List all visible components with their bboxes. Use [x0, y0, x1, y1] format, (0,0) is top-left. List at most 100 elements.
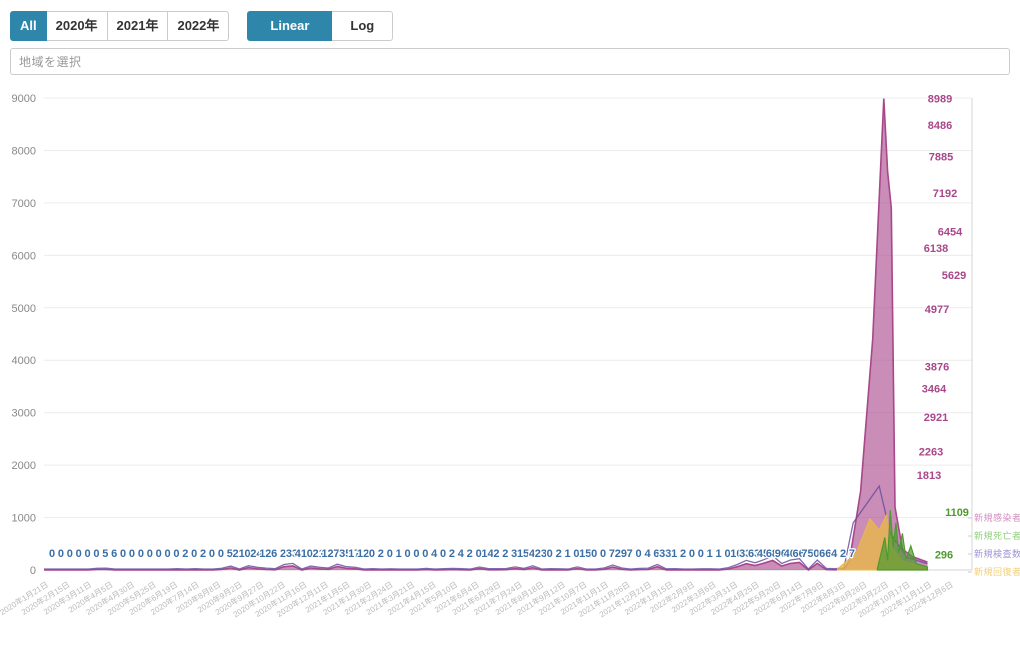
- data-value-label: 6: [111, 548, 117, 560]
- data-value-label: 15: [579, 548, 591, 560]
- peak-value-label: 296: [935, 549, 953, 561]
- data-value-label: 4: [831, 548, 838, 560]
- region-search-placeholder: 地域を選択: [19, 55, 82, 69]
- data-value-label: 4: [458, 548, 465, 560]
- data-value-label: 0: [591, 548, 597, 560]
- data-value-label: 21: [233, 548, 245, 560]
- y-axis-tick-label: 4000: [12, 355, 36, 367]
- data-value-label: 12: [259, 548, 271, 560]
- peak-value-label: 3876: [925, 362, 949, 374]
- data-value-label: 0: [67, 548, 73, 560]
- legend-item[interactable]: 新規検査数: [974, 548, 1020, 559]
- chart-container: 0 1000 2000 3000 4000 5000 6000 7000 8000 9000 00…: [0, 84, 1020, 650]
- data-value-label: 0: [49, 548, 55, 560]
- peak-value-label: 5629: [942, 270, 966, 282]
- data-value-label: 1: [707, 548, 713, 560]
- data-value-label: 0: [120, 548, 126, 560]
- y-axis-tick-label: 5000: [12, 303, 36, 315]
- data-value-label: 0: [156, 548, 162, 560]
- legend-item-label: 新規感染者数: [974, 512, 1020, 523]
- legend-item[interactable]: 新規回復者数: [974, 566, 1020, 577]
- peak-value-label: 8989: [928, 94, 952, 106]
- data-value-label: 0: [369, 548, 375, 560]
- data-value-label: 5: [102, 548, 108, 560]
- range-button-2020[interactable]: 2020年: [46, 11, 108, 41]
- data-value-label: 1: [564, 548, 570, 560]
- data-value-label: 0: [164, 548, 170, 560]
- data-value-label: 41: [295, 548, 307, 560]
- chart-series-area: [44, 98, 929, 572]
- data-value-label: 2: [200, 548, 206, 560]
- y-axis-tick-label: 9000: [12, 93, 36, 105]
- data-value-label: 0: [76, 548, 82, 560]
- chart-inline-value-labels: 0 0 0 0 0 0 5 6 0 0 0 0 0 0 0 2 0 2 0 0 5 21 0 2412 6 2 3341 0 2112 7…: [48, 547, 856, 561]
- peak-value-label: 6454: [938, 227, 963, 239]
- legend-item-label: 新規検査数: [974, 548, 1020, 559]
- peak-value-label: 6138: [924, 243, 948, 255]
- data-value-label: 1: [396, 548, 402, 560]
- legend-item-label: 新規回復者数: [974, 566, 1020, 577]
- legend-item[interactable]: 新規死亡者: [974, 530, 1020, 541]
- y-axis-tick-label: 1000: [12, 513, 36, 525]
- y-axis-tick-label: 6000: [12, 250, 36, 262]
- data-value-label: 75: [801, 548, 813, 560]
- y-axis-tick-label: 0: [30, 565, 36, 577]
- legend-item-label: 新規死亡者: [974, 530, 1020, 541]
- data-value-label: 0: [404, 548, 410, 560]
- peak-value-label: 2921: [924, 412, 948, 424]
- scale-button-log[interactable]: Log: [332, 11, 394, 41]
- data-value-label: 4: [644, 548, 651, 560]
- data-value-label: 2: [378, 548, 384, 560]
- chart-x-axis: 2020年1月21日2020年2月15日2020年3月11日2020年4月5日2…: [0, 579, 955, 619]
- peak-value-label: 7885: [929, 151, 953, 163]
- chart-gridlines: [44, 97, 973, 571]
- chart-peak-value-labels: 8989 8486 7885 7192 6454 6138 5629 4977 3876 3464…: [916, 92, 971, 562]
- legend-item[interactable]: 新規感染者数: [974, 512, 1020, 523]
- peak-value-label: 1813: [917, 470, 941, 482]
- y-axis-tick-label: 3000: [12, 408, 36, 420]
- data-value-label: 6: [271, 548, 277, 560]
- scale-button-linear[interactable]: Linear: [247, 11, 333, 41]
- data-value-label: 0: [147, 548, 153, 560]
- timeseries-chart[interactable]: 0100020003000400050006000700080009000 00…: [0, 84, 1020, 650]
- year-range-button-group: All 2020年 2021年 2022年: [10, 11, 230, 41]
- y-axis-tick-label: 8000: [12, 145, 36, 157]
- range-button-2021[interactable]: 2021年: [107, 11, 169, 41]
- region-search-input[interactable]: 地域を選択: [10, 48, 1010, 75]
- data-value-label: 0: [387, 548, 393, 560]
- range-button-all[interactable]: All: [10, 11, 47, 41]
- data-value-label: 0: [422, 548, 428, 560]
- chart-legend[interactable]: 新規感染者数新規死亡者新規検査数新規回復者数: [968, 512, 1020, 577]
- data-value-label: 4: [431, 548, 438, 560]
- data-value-label: 0: [129, 548, 135, 560]
- data-value-label: 12: [321, 548, 333, 560]
- data-value-label: 0: [191, 548, 197, 560]
- scale-button-group: Linear Log: [247, 11, 394, 41]
- data-value-label: 0: [689, 548, 695, 560]
- data-value-label: 66: [819, 548, 831, 560]
- data-value-label: 2: [467, 548, 473, 560]
- data-value-label: 0: [698, 548, 704, 560]
- data-value-label: 2: [680, 548, 686, 560]
- data-value-label: 12: [357, 548, 369, 560]
- chart-y-axis: 0 1000 2000 3000 4000 5000 6000 7000 8000 9000: [12, 93, 36, 577]
- peak-value-label: 2263: [919, 446, 943, 458]
- peak-value-label: 3464: [922, 383, 947, 395]
- range-button-2022[interactable]: 2022年: [168, 11, 230, 41]
- data-value-label: 1: [671, 548, 677, 560]
- data-value-label: 7: [627, 548, 633, 560]
- data-value-label: 0: [138, 548, 144, 560]
- data-value-label: 2: [493, 548, 499, 560]
- data-value-label: 0: [93, 548, 99, 560]
- data-value-label: 0: [218, 548, 224, 560]
- data-value-label: 2: [840, 548, 846, 560]
- data-value-label: 0: [58, 548, 64, 560]
- data-value-label: 33: [659, 548, 671, 560]
- data-value-label: 0: [547, 548, 553, 560]
- peak-value-label: 4977: [925, 304, 949, 316]
- data-value-label: 0: [413, 548, 419, 560]
- data-value-label: 0: [636, 548, 642, 560]
- data-value-label: 0: [209, 548, 215, 560]
- covid-dashboard-page: All 2020年 2021年 2022年 Linear Log 地域を選択 0…: [0, 0, 1020, 650]
- y-axis-tick-label: 2000: [12, 460, 36, 472]
